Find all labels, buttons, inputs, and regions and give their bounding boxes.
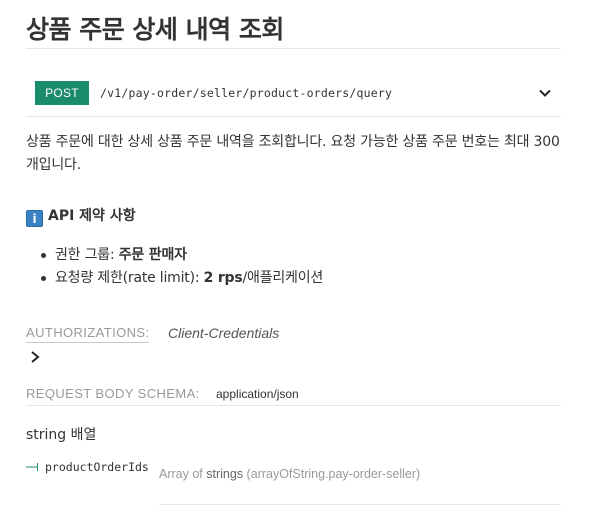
property-description: Array of strings (arrayOfString.pay-orde…	[159, 467, 420, 481]
authorizations-value: Client-Credentials	[168, 325, 280, 341]
constraint-value: 주문 판매자	[118, 247, 187, 263]
authorizations-label: AUTHORIZATIONS:	[26, 325, 150, 343]
page-title: 상품 주문 상세 내역 조회	[26, 15, 284, 44]
constraints-heading: i API 제약 사항	[26, 205, 136, 227]
constraint-label: 요청량 제한(rate limit):	[55, 270, 204, 286]
constraints-title: API 제약 사항	[48, 208, 136, 224]
endpoint-description: 상품 주문에 대한 상세 상품 주문 내역을 조회합니다. 요청 가능한 상품 …	[26, 134, 560, 173]
constraint-value: 2 rps	[203, 270, 243, 286]
chevron-right-icon[interactable]	[28, 350, 42, 364]
request-body-content-type: application/json	[216, 387, 299, 401]
schema-type: string 배열	[26, 427, 97, 443]
endpoint-divider	[26, 116, 561, 117]
request-body-label: REQUEST BODY SCHEMA:	[26, 386, 200, 401]
request-body-divider	[26, 405, 561, 406]
property-desc-prefix: Array of	[159, 467, 207, 481]
chevron-down-icon[interactable]	[537, 85, 553, 101]
property-desc-type: strings	[206, 467, 244, 481]
constraint-suffix: /애플리케이션	[242, 270, 324, 286]
http-method-badge: POST	[35, 81, 89, 105]
list-item: 요청량 제한(rate limit): 2 rps/애플리케이션	[40, 267, 324, 290]
list-item: 권한 그룹: 주문 판매자	[40, 244, 323, 267]
endpoint-path: /v1/pay-order/seller/product-orders/quer…	[100, 86, 393, 100]
property-desc-suffix: (arrayOfString.pay-order-seller)	[243, 467, 421, 481]
constraint-label: 권한 그룹:	[55, 247, 119, 263]
endpoint-panel[interactable]: POST /v1/pay-order/seller/product-orders…	[26, 72, 561, 116]
property-name: productOrderIds	[45, 460, 149, 474]
constraints-list: 권한 그룹: 주문 판매자 요청량 제한(rate limit): 2 rps/…	[26, 244, 323, 290]
info-icon: i	[26, 210, 43, 227]
property-divider	[159, 504, 561, 505]
title-divider	[26, 48, 561, 49]
